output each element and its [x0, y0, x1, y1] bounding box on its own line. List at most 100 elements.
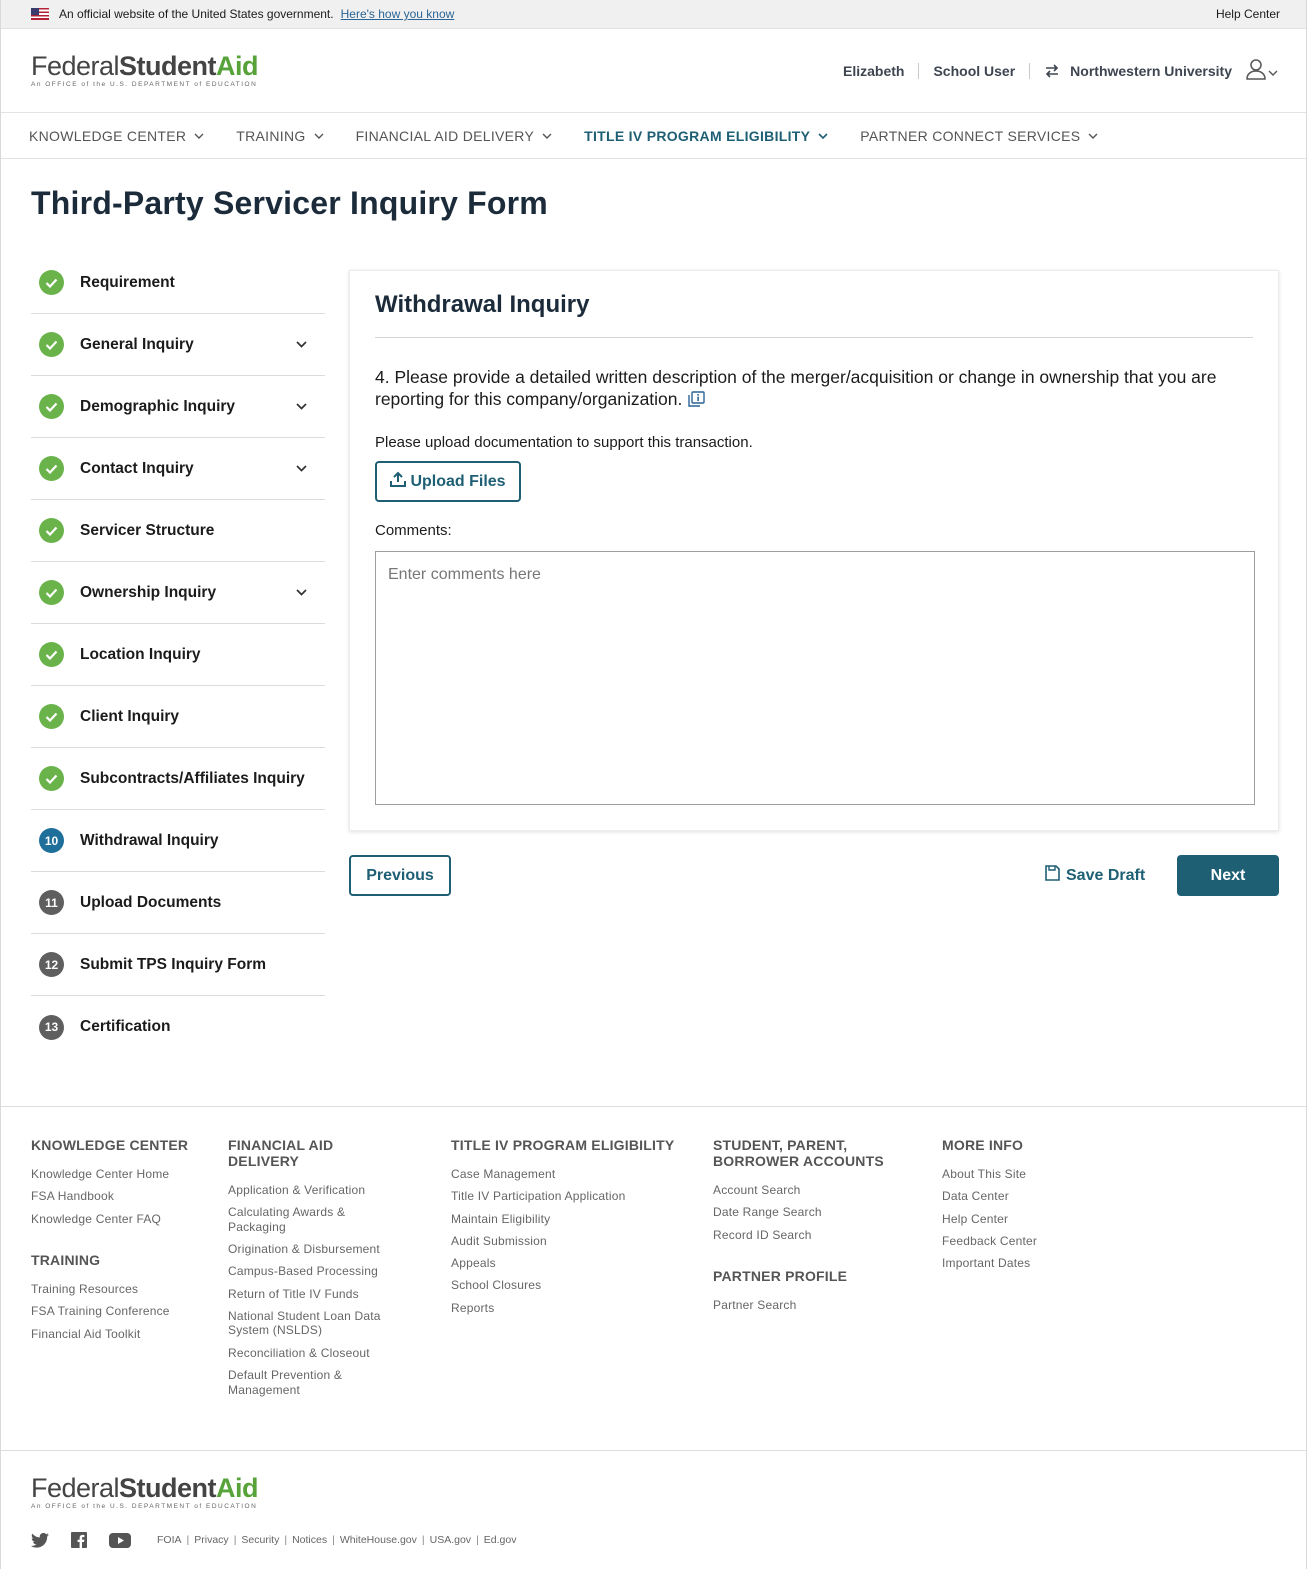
nav-partner-connect-services[interactable]: PARTNER CONNECT SERVICES [860, 128, 1098, 144]
footer-link[interactable]: Important Dates [942, 1256, 1037, 1271]
step-requirement[interactable]: Requirement [31, 252, 325, 314]
help-center-link[interactable]: Help Center [1216, 7, 1280, 21]
site-header: FederalStudentAid An OFFICE of the U.S. … [1, 29, 1306, 113]
step-location-inquiry[interactable]: Location Inquiry [31, 624, 325, 686]
upload-files-label: Upload Files [410, 472, 506, 490]
chevron-down-icon [818, 132, 828, 139]
footer-link[interactable]: Training Resources [31, 1282, 188, 1297]
user-name: Elizabeth [843, 62, 905, 79]
footer-col-financial-aid: FINANCIAL AID DELIVERY Application & Ver… [228, 1137, 403, 1405]
footer-link[interactable]: Application & Verification [228, 1183, 403, 1198]
user-icon [1246, 58, 1266, 83]
step-label: Certification [80, 1018, 171, 1035]
usa-gov-link[interactable]: USA.gov [430, 1534, 471, 1546]
notices-link[interactable]: Notices [292, 1534, 327, 1546]
check-circle-icon [39, 394, 64, 419]
footer-link[interactable]: FSA Handbook [31, 1189, 188, 1204]
footer-col-more-info: MORE INFO About This Site Data Center He… [942, 1137, 1037, 1278]
save-draft-label: Save Draft [1066, 866, 1146, 884]
chevron-down-icon[interactable] [296, 589, 307, 596]
step-label: Subcontracts/Affiliates Inquiry [80, 769, 305, 787]
previous-button[interactable]: Previous [349, 855, 451, 896]
footer-link[interactable]: Financial Aid Toolkit [31, 1327, 188, 1342]
step-servicer-structure[interactable]: Servicer Structure [31, 500, 325, 562]
footer-link[interactable]: Help Center [942, 1212, 1037, 1227]
twitter-icon[interactable] [31, 1532, 49, 1548]
nav-financial-aid-delivery[interactable]: FINANCIAL AID DELIVERY [356, 128, 553, 144]
chevron-down-icon[interactable] [296, 465, 307, 472]
footer-link[interactable]: Default Prevention & Management [228, 1368, 403, 1397]
footer-link[interactable]: Calculating Awards & Packaging [228, 1205, 403, 1234]
footer-link[interactable]: Partner Search [713, 1298, 903, 1313]
upload-files-button[interactable]: Upload Files [375, 461, 521, 502]
footer-link[interactable]: Knowledge Center Home [31, 1167, 188, 1182]
facebook-icon[interactable] [71, 1532, 87, 1548]
switch-institution-icon[interactable] [1044, 63, 1060, 78]
step-subcontracts-affiliates-inquiry[interactable]: Subcontracts/Affiliates Inquiry [31, 748, 325, 810]
how-you-know-link[interactable]: Here's how you know [341, 7, 455, 21]
footer-link[interactable]: Case Management [451, 1167, 674, 1182]
footer-link[interactable]: Reports [451, 1301, 674, 1316]
save-draft-button[interactable]: Save Draft [1045, 865, 1145, 886]
step-withdrawal-inquiry[interactable]: 10 Withdrawal Inquiry [31, 810, 325, 872]
footer-heading: TITLE IV PROGRAM ELIGIBILITY [451, 1137, 675, 1153]
footer-fsa-logo[interactable]: FederalStudentAid An OFFICE of the U.S. … [31, 1475, 1276, 1511]
footer-link[interactable]: School Closures [451, 1278, 674, 1293]
footer-link[interactable]: Data Center [942, 1189, 1037, 1204]
nav-training[interactable]: TRAINING [236, 128, 324, 144]
footer-link[interactable]: Return of Title IV Funds [228, 1287, 403, 1302]
next-button[interactable]: Next [1177, 855, 1279, 896]
step-demographic-inquiry[interactable]: Demographic Inquiry [31, 376, 325, 438]
footer-link[interactable]: Feedback Center [942, 1234, 1037, 1249]
step-client-inquiry[interactable]: Client Inquiry [31, 686, 325, 748]
youtube-icon[interactable] [109, 1532, 131, 1548]
nav-title-iv-program-eligibility[interactable]: TITLE IV PROGRAM ELIGIBILITY [584, 128, 828, 144]
footer-heading: PARTNER PROFILE [713, 1268, 848, 1285]
footer-heading: TRAINING [31, 1252, 101, 1269]
chevron-down-icon [1088, 133, 1098, 139]
privacy-link[interactable]: Privacy [194, 1534, 228, 1546]
footer-link[interactable]: Campus-Based Processing [228, 1264, 403, 1279]
user-menu-button[interactable] [1246, 58, 1278, 83]
fsa-logo[interactable]: FederalStudentAid An OFFICE of the U.S. … [31, 51, 259, 89]
chevron-down-icon[interactable] [296, 341, 307, 348]
step-label: Ownership Inquiry [80, 583, 217, 601]
footer-link[interactable]: Reconciliation & Closeout [228, 1346, 403, 1361]
footer-link[interactable]: Knowledge Center FAQ [31, 1212, 188, 1227]
step-label: Withdrawal Inquiry [80, 831, 219, 849]
footer-link[interactable]: Maintain Eligibility [451, 1212, 674, 1227]
step-certification[interactable]: 13 Certification [31, 996, 325, 1058]
footer-link[interactable]: Record ID Search [713, 1228, 903, 1243]
nav-knowledge-center[interactable]: KNOWLEDGE CENTER [29, 128, 204, 144]
logo-wordmark: FederalStudentAid [31, 51, 259, 81]
form-stepper: Requirement General Inquiry Demographic … [31, 252, 325, 1058]
footer-link[interactable]: FSA Training Conference [31, 1304, 188, 1319]
step-general-inquiry[interactable]: General Inquiry [31, 314, 325, 376]
footer-col-knowledge: KNOWLEDGE CENTER Knowledge Center Home F… [31, 1137, 188, 1349]
foia-link[interactable]: FOIA [157, 1534, 182, 1546]
ed-gov-link[interactable]: Ed.gov [484, 1534, 517, 1546]
step-ownership-inquiry[interactable]: Ownership Inquiry [31, 562, 325, 624]
footer-heading: FINANCIAL AID DELIVERY [228, 1137, 334, 1169]
chevron-down-icon[interactable] [296, 403, 307, 410]
footer-link[interactable]: Account Search [713, 1183, 903, 1198]
step-upload-documents[interactable]: 11 Upload Documents [31, 872, 325, 934]
whitehouse-link[interactable]: WhiteHouse.gov [340, 1534, 417, 1546]
footer-link[interactable]: Date Range Search [713, 1205, 903, 1220]
user-role: School User [933, 62, 1016, 79]
step-label: Demographic Inquiry [80, 397, 236, 415]
step-submit-tps-inquiry-form[interactable]: 12 Submit TPS Inquiry Form [31, 934, 325, 996]
footer-link[interactable]: Appeals [451, 1256, 674, 1271]
footer-link[interactable]: Audit Submission [451, 1234, 674, 1249]
comments-textarea[interactable] [375, 551, 1255, 805]
footer-link[interactable]: Title IV Participation Application [451, 1189, 674, 1204]
check-circle-icon [39, 270, 64, 295]
security-link[interactable]: Security [241, 1534, 279, 1546]
footer-link[interactable]: National Student Loan Data System (NSLDS… [228, 1309, 403, 1338]
footer-link[interactable]: Origination & Disbursement [228, 1242, 403, 1257]
step-contact-inquiry[interactable]: Contact Inquiry [31, 438, 325, 500]
info-icon[interactable] [688, 391, 706, 407]
step-label: Upload Documents [80, 893, 222, 911]
step-label: Contact Inquiry [80, 459, 194, 477]
footer-link[interactable]: About This Site [942, 1167, 1037, 1182]
